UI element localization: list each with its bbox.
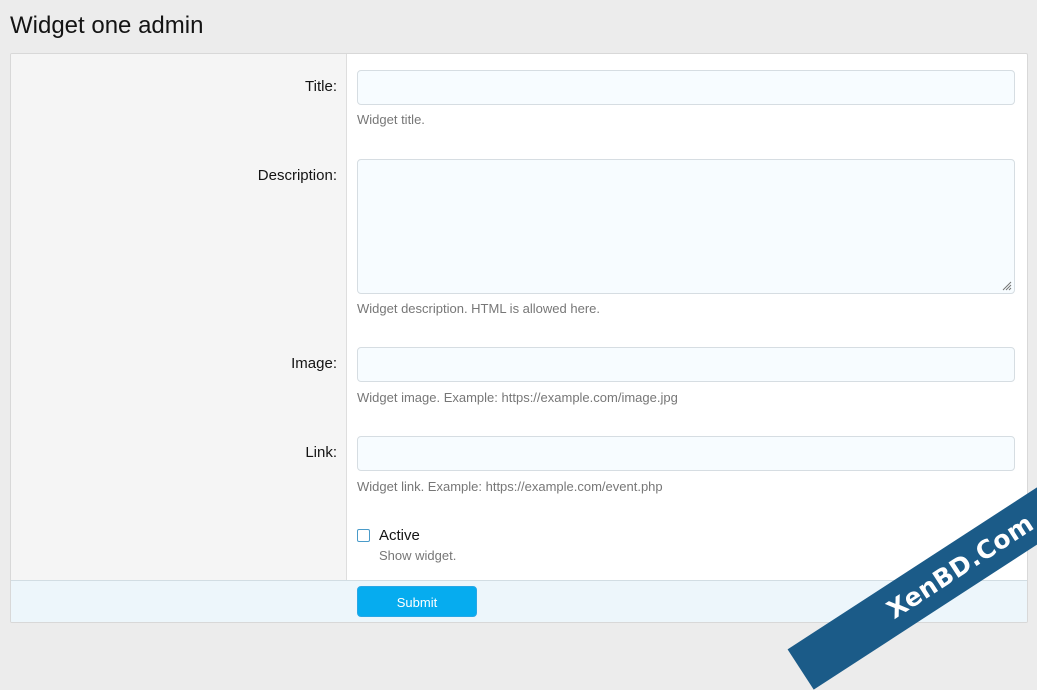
title-input[interactable]: [357, 70, 1015, 105]
link-label: Link:: [305, 444, 337, 461]
submit-button[interactable]: Submit: [357, 586, 477, 617]
image-hint: Widget image. Example: https://example.c…: [357, 390, 678, 405]
description-label: Description:: [257, 167, 337, 184]
link-input[interactable]: [357, 436, 1015, 471]
link-hint: Widget link. Example: https://example.co…: [357, 479, 663, 494]
image-label: Image:: [291, 355, 337, 372]
widget-form-panel: Title: Widget title. Description: Widget…: [10, 53, 1028, 623]
title-hint: Widget title.: [357, 112, 425, 127]
active-checkbox[interactable]: [357, 529, 370, 542]
description-hint: Widget description. HTML is allowed here…: [357, 301, 601, 316]
resize-grip-icon[interactable]: [1001, 280, 1012, 291]
image-input[interactable]: [357, 347, 1015, 382]
label-column: [11, 54, 347, 580]
description-textarea[interactable]: [357, 159, 1015, 294]
active-hint: Show widget.: [379, 548, 457, 563]
title-label: Title:: [305, 78, 337, 95]
page-title: Widget one admin: [10, 12, 204, 39]
active-checkbox-label[interactable]: Active: [379, 527, 420, 545]
